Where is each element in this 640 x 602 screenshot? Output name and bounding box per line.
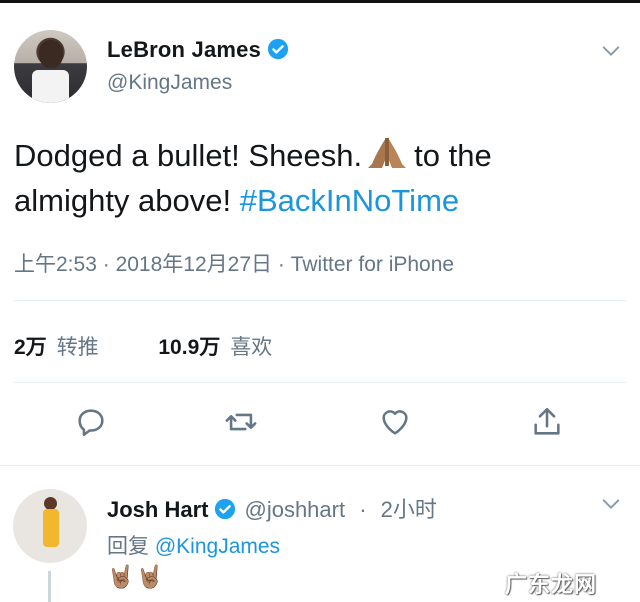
retweet-icon[interactable] — [224, 405, 258, 439]
folded-hands-emoji — [368, 138, 407, 168]
reply-text: 🤘🏽🤘🏽 — [107, 564, 166, 589]
avatar-jersey — [43, 509, 59, 547]
tweet-stats: 2万 转推 10.9万 喜欢 — [14, 331, 272, 361]
meta-separator: · — [277, 253, 285, 276]
reply-author-handle[interactable]: @joshhart — [244, 497, 345, 522]
thread-line — [48, 571, 51, 602]
reply-time[interactable]: 2小时 — [381, 497, 437, 522]
reply-prefix: 回复 — [107, 535, 149, 558]
chevron-down-icon[interactable] — [600, 493, 622, 515]
share-icon[interactable] — [530, 405, 564, 439]
retweets-stat[interactable]: 2万 转推 — [14, 336, 99, 359]
replying-to: 回复 @KingJames — [107, 530, 280, 560]
tweet-date[interactable]: 2018年12月27日 — [116, 253, 272, 276]
reply-separator: · — [359, 497, 367, 522]
lebron-avatar[interactable] — [14, 30, 87, 103]
reply-author-name[interactable]: Josh Hart — [107, 497, 208, 522]
tweet-meta: 上午2:53 · 2018年12月27日 · Twitter for iPhon… — [14, 248, 454, 278]
divider — [14, 382, 626, 383]
top-border — [0, 0, 640, 3]
likes-count: 10.9万 — [158, 336, 221, 359]
divider — [0, 465, 640, 466]
author-handle[interactable]: @KingJames — [107, 71, 232, 95]
likes-stat[interactable]: 10.9万 喜欢 — [158, 336, 272, 359]
retweets-count: 2万 — [14, 336, 47, 359]
likes-label: 喜欢 — [230, 336, 273, 359]
tweet-source[interactable]: Twitter for iPhone — [291, 253, 454, 276]
watermark: 广东龙网 — [505, 572, 598, 597]
hashtag-link[interactable]: #BackInNoTime — [240, 183, 459, 218]
verified-badge-icon — [267, 38, 289, 60]
chevron-down-icon[interactable] — [600, 40, 622, 62]
avatar-jersey — [32, 70, 69, 103]
verified-badge-icon — [215, 498, 236, 520]
josh-hart-avatar[interactable] — [13, 489, 87, 563]
reply-author-line: Josh Hart @joshhart · 2小时 — [107, 492, 437, 524]
tweet-time[interactable]: 上午2:53 — [14, 253, 97, 276]
divider — [14, 300, 626, 301]
reply-icon[interactable] — [74, 405, 108, 439]
author-name-line[interactable]: LeBron James — [107, 37, 289, 63]
heart-icon[interactable] — [378, 405, 412, 439]
avatar-head — [39, 40, 63, 68]
reply-to-mention[interactable]: @KingJames — [155, 535, 280, 558]
author-name[interactable]: LeBron James — [107, 37, 261, 62]
meta-separator: · — [102, 253, 110, 276]
tweet-text-part1: Dodged a bullet! Sheesh. — [14, 138, 363, 173]
retweets-label: 转推 — [56, 336, 99, 359]
tweet-text: Dodged a bullet! Sheesh. to the almighty … — [14, 133, 614, 223]
